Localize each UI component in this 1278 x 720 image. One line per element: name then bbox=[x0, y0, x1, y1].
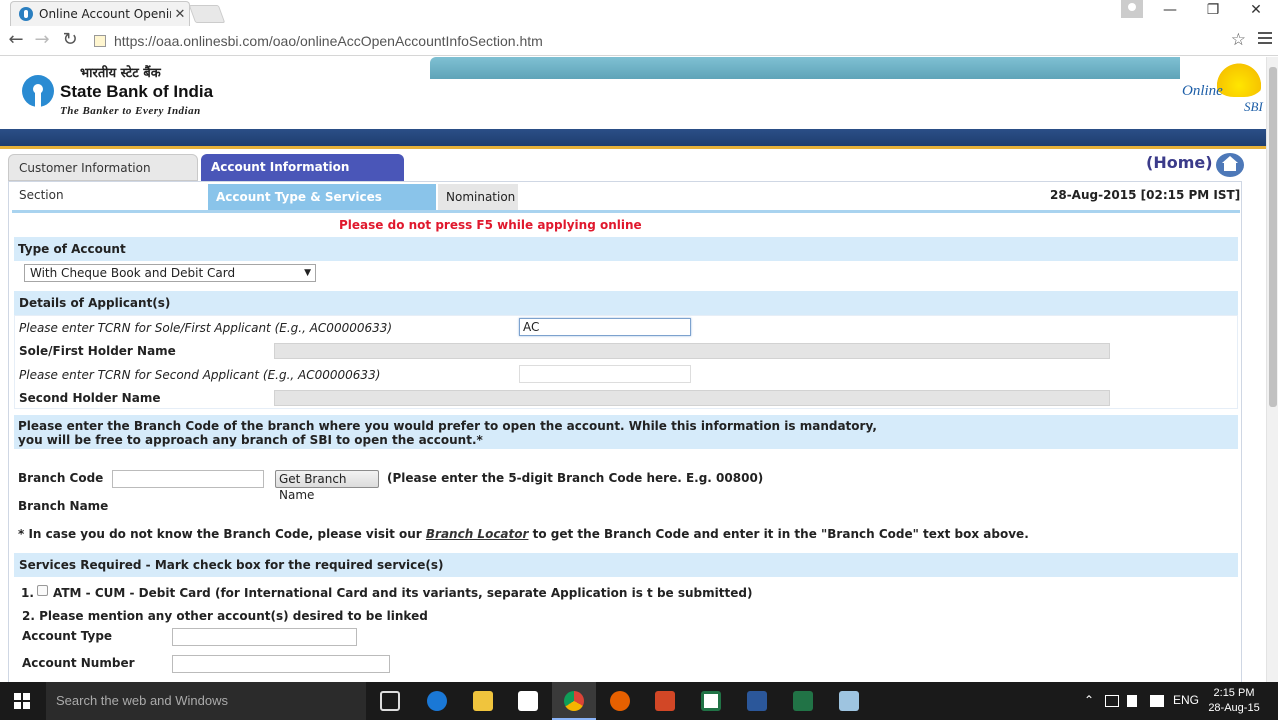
subtab-nomination[interactable]: Nomination bbox=[438, 184, 518, 210]
browser-tab-title: Online Account Opening bbox=[39, 7, 171, 21]
browser-menu-icon[interactable] bbox=[1258, 32, 1272, 48]
branch-code-hint: (Please enter the 5-digit Branch Code he… bbox=[387, 471, 764, 485]
get-branch-name-button[interactable]: Get Branch Name bbox=[275, 470, 379, 502]
edge-browser-icon[interactable] bbox=[427, 691, 447, 711]
home-icon[interactable] bbox=[1216, 153, 1244, 177]
tcrn-second-input[interactable] bbox=[519, 365, 691, 383]
branch-locator-suffix: to get the Branch Code and enter it in t… bbox=[528, 527, 1029, 541]
branch-locator-prefix: * In case you do not know the Branch Cod… bbox=[18, 527, 426, 541]
chrome-icon[interactable] bbox=[564, 691, 584, 711]
back-arrow-icon[interactable]: ← bbox=[5, 30, 27, 52]
first-holder-name-field bbox=[274, 343, 1110, 359]
branch-code-input[interactable] bbox=[112, 470, 264, 488]
task-view-icon[interactable] bbox=[380, 691, 400, 711]
online-logo-text: Online bbox=[1182, 83, 1223, 99]
network-icon[interactable] bbox=[1105, 695, 1119, 707]
bookmark-star-icon[interactable]: ☆ bbox=[1231, 30, 1246, 50]
media-player-icon[interactable] bbox=[655, 691, 675, 711]
tcrn-first-label: Please enter TCRN for Sole/First Applica… bbox=[19, 321, 393, 335]
branch-name-label: Branch Name bbox=[18, 499, 109, 513]
current-datetime: 28-Aug-2015 [02:15 PM IST] bbox=[1050, 188, 1241, 202]
dropdown-arrow-icon: ▼ bbox=[304, 268, 311, 278]
service-item2-label: 2. Please mention any other account(s) d… bbox=[22, 609, 428, 623]
service-item1-label: ATM - CUM - Debit Card (for Internationa… bbox=[53, 586, 753, 600]
service-item1-number: 1. bbox=[21, 586, 34, 600]
home-link[interactable]: (Home) bbox=[1146, 153, 1213, 172]
reload-icon[interactable]: ↻ bbox=[59, 30, 81, 52]
word-icon[interactable] bbox=[747, 691, 767, 711]
tab-close-icon[interactable]: ✕ bbox=[171, 7, 189, 22]
language-indicator[interactable]: ENG bbox=[1173, 693, 1199, 707]
linked-account-type-label: Account Type bbox=[22, 629, 113, 643]
scrollbar-thumb[interactable] bbox=[1269, 67, 1277, 407]
url-text[interactable]: https://oaa.onlinesbi.com/oao/onlineAccO… bbox=[114, 33, 543, 49]
sbi-favicon-icon bbox=[19, 7, 33, 21]
subtab-account-type-services[interactable]: Account Type & Services Required bbox=[208, 184, 436, 230]
browser-toolbar: ← → ↻ https://oaa.onlinesbi.com/oao/onli… bbox=[0, 26, 1278, 56]
account-type-select[interactable]: With Cheque Book and Debit Card ▼ bbox=[24, 264, 316, 282]
header-banner bbox=[430, 57, 1184, 79]
tray-chevron-icon[interactable]: ⌃ bbox=[1084, 693, 1094, 707]
tcrn-first-input[interactable]: AC bbox=[519, 318, 691, 336]
account-type-selected: With Cheque Book and Debit Card bbox=[30, 266, 236, 280]
store-icon[interactable] bbox=[518, 691, 538, 711]
tcrn-second-label: Please enter TCRN for Second Applicant (… bbox=[19, 368, 381, 382]
file-explorer-icon[interactable] bbox=[473, 691, 493, 711]
branch-code-label: Branch Code bbox=[18, 471, 104, 485]
applicant-details-heading: Details of Applicant(s) bbox=[14, 291, 1238, 315]
camtasia-icon[interactable] bbox=[701, 691, 721, 711]
window-restore-button[interactable]: ❐ bbox=[1191, 2, 1235, 22]
page-viewport: भारतीय स्टेट बैंक State Bank of India Th… bbox=[0, 57, 1266, 682]
user-profile-icon[interactable] bbox=[1121, 0, 1143, 18]
page-scrollbar[interactable] bbox=[1266, 57, 1278, 682]
clock-date: 28-Aug-15 bbox=[1208, 702, 1260, 714]
f5-warning: Please do not press F5 while applying on… bbox=[339, 218, 642, 232]
app-icon[interactable] bbox=[839, 691, 859, 711]
logo-tagline: The Banker to Every Indian bbox=[60, 105, 201, 117]
firefox-icon[interactable] bbox=[610, 691, 630, 711]
tab-customer-information[interactable]: Customer Information Section bbox=[8, 154, 198, 202]
linked-account-number-label: Account Number bbox=[22, 656, 135, 670]
browser-tabstrip: Online Account Opening ✕ — ❐ ✕ bbox=[0, 0, 1278, 26]
linked-account-number-input[interactable] bbox=[172, 655, 390, 673]
window-minimize-button[interactable]: — bbox=[1148, 2, 1192, 22]
subtab-underline bbox=[12, 210, 1240, 213]
branch-locator-note: * In case you do not know the Branch Cod… bbox=[18, 527, 1029, 541]
tab-account-information[interactable]: Account Information Section bbox=[201, 154, 404, 201]
branch-notice: Please enter the Branch Code of the bran… bbox=[14, 415, 1238, 449]
sbi-logo: भारतीय स्टेट बैंक State Bank of India Th… bbox=[22, 61, 222, 121]
logo-bank-name: State Bank of India bbox=[60, 82, 214, 101]
logo-hindi-text: भारतीय स्टेट बैंक bbox=[80, 66, 161, 81]
second-holder-name-field bbox=[274, 390, 1110, 406]
windows-taskbar: Search the web and Windows ⌃ ENG 2:15 PM… bbox=[0, 682, 1278, 720]
branch-locator-link[interactable]: Branch Locator bbox=[426, 527, 529, 541]
online-sbi-logo: Online SBI bbox=[1180, 57, 1266, 119]
sbi-logo-text: SBI bbox=[1244, 99, 1263, 114]
header-bar bbox=[0, 129, 1266, 149]
page-info-icon[interactable] bbox=[94, 35, 106, 47]
forward-arrow-icon[interactable]: → bbox=[31, 30, 53, 52]
type-of-account-heading: Type of Account bbox=[14, 237, 1238, 261]
first-holder-name-label: Sole/First Holder Name bbox=[19, 344, 176, 358]
excel-icon[interactable] bbox=[793, 691, 813, 711]
clock-time: 2:15 PM bbox=[1213, 687, 1255, 699]
linked-account-type-input[interactable] bbox=[172, 628, 357, 646]
taskbar-search-placeholder: Search the web and Windows bbox=[56, 693, 228, 708]
taskbar-clock[interactable]: 2:15 PM 28-Aug-15 bbox=[1204, 686, 1264, 716]
address-bar[interactable]: https://oaa.onlinesbi.com/oao/onlineAccO… bbox=[88, 29, 1252, 53]
services-heading: Services Required - Mark check box for t… bbox=[14, 553, 1238, 577]
branch-notice-line1: Please enter the Branch Code of the bran… bbox=[18, 419, 877, 433]
windows-start-icon[interactable] bbox=[14, 693, 30, 709]
notifications-icon[interactable] bbox=[1150, 695, 1164, 707]
new-tab-button[interactable] bbox=[188, 5, 226, 23]
volume-icon[interactable] bbox=[1127, 695, 1137, 707]
window-close-button[interactable]: ✕ bbox=[1234, 2, 1278, 22]
second-holder-name-label: Second Holder Name bbox=[19, 391, 161, 405]
sbi-keyhole-icon bbox=[22, 75, 54, 107]
browser-tab[interactable]: Online Account Opening ✕ bbox=[10, 1, 190, 26]
atm-debit-card-checkbox[interactable] bbox=[37, 585, 48, 596]
branch-notice-line2: you will be free to approach any branch … bbox=[18, 433, 483, 447]
taskbar-search-box[interactable]: Search the web and Windows bbox=[46, 682, 366, 720]
